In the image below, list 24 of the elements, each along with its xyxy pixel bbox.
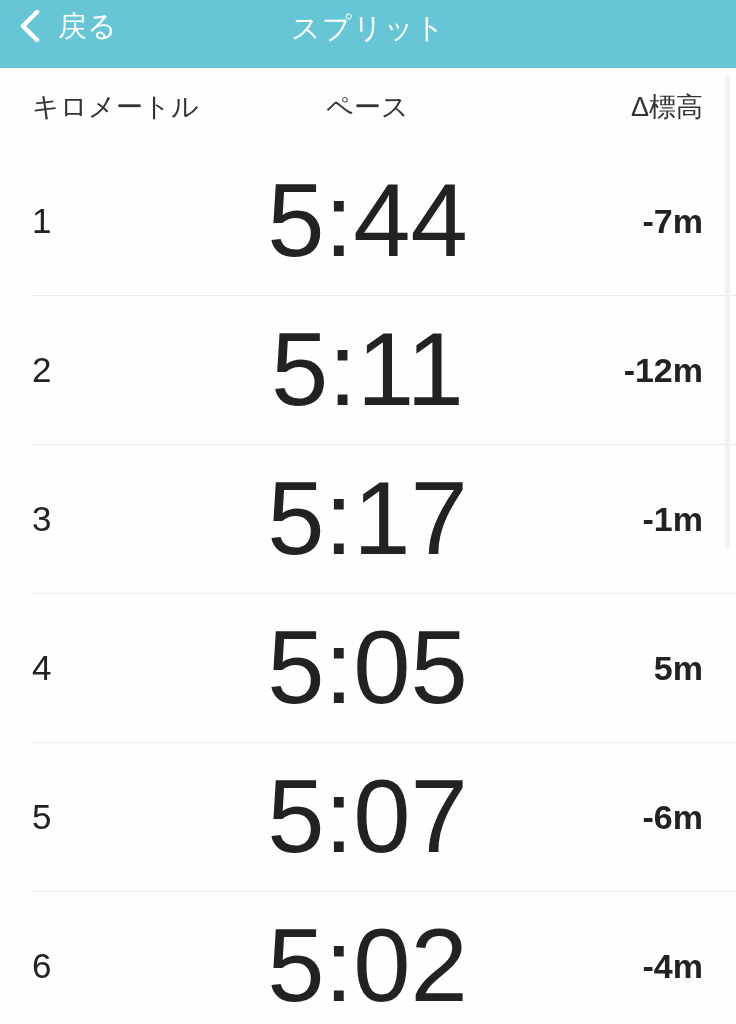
pace-cell: 5:02: [267, 909, 468, 1023]
column-header: Δ標高: [630, 90, 703, 124]
elevation-cell: -12m: [623, 350, 703, 390]
pace-cell: 5:05: [267, 611, 468, 725]
elevation-cell: -4m: [642, 946, 703, 986]
column-header: キロメートル: [32, 90, 199, 124]
pace-cell: 5:17: [267, 462, 468, 576]
elevation-cell: -1m: [642, 499, 703, 539]
pace-cell: 5:44: [267, 164, 468, 278]
km-cell: 5: [32, 797, 52, 837]
km-cell: 4: [32, 648, 52, 688]
back-chevron-icon: [20, 10, 40, 42]
km-cell: 3: [32, 499, 52, 539]
screen-title: スプリット: [290, 13, 446, 43]
pace-cell: 5:11: [271, 313, 464, 427]
back-button[interactable]: 戻る: [16, 8, 121, 44]
km-cell: 1: [32, 201, 52, 241]
pace-cell: 5:07: [267, 760, 468, 874]
elevation-cell: -6m: [642, 797, 703, 837]
column-header: ペース: [326, 90, 409, 124]
elevation-cell: -7m: [642, 201, 703, 241]
km-cell: 6: [32, 946, 52, 986]
km-cell: 2: [32, 350, 52, 390]
elevation-cell: 5m: [653, 648, 703, 688]
